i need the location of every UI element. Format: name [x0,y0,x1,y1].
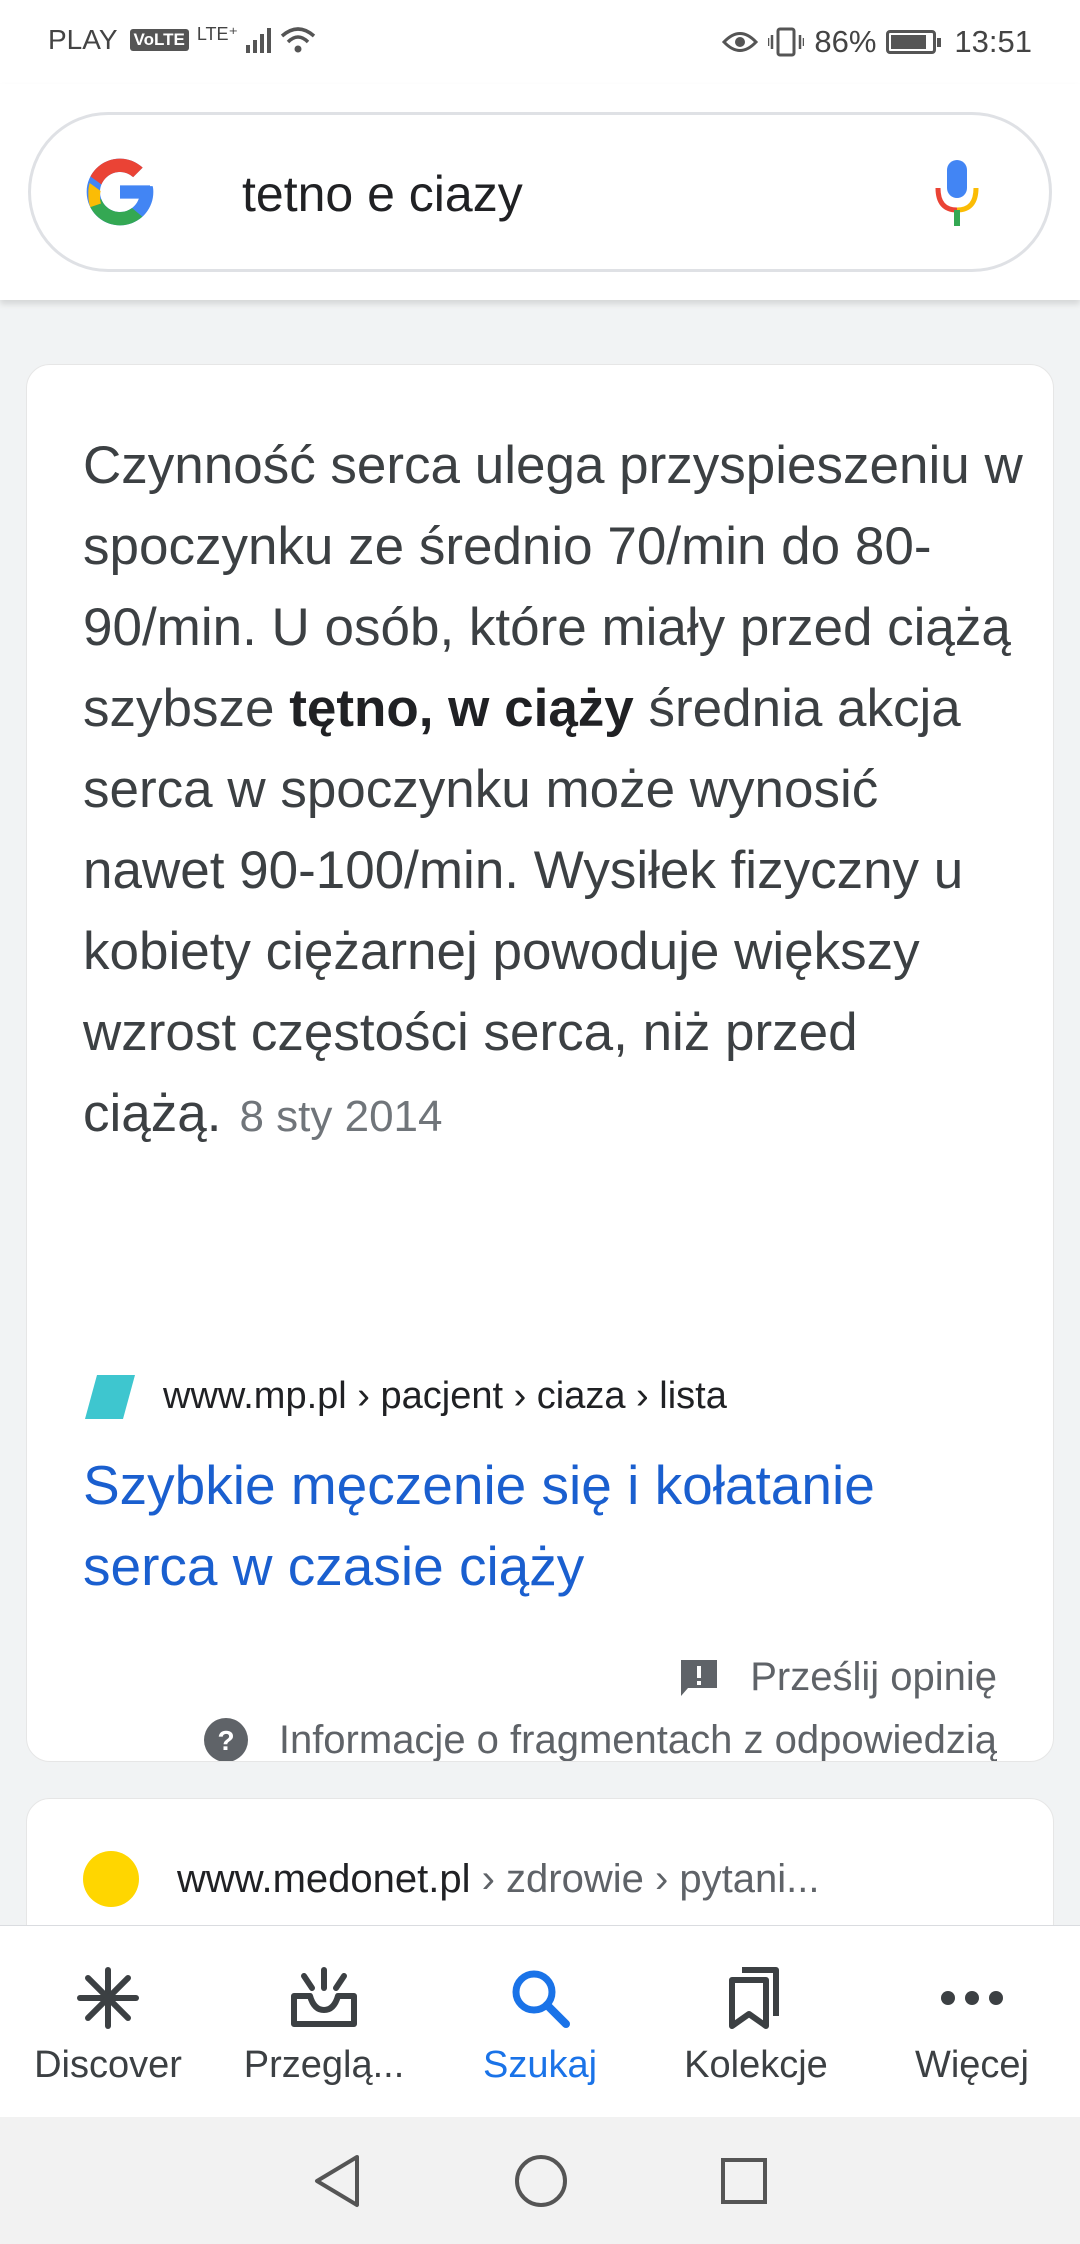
network-label: LTE⁺ [196,24,239,44]
nav-collections[interactable]: Kolekcje [648,1926,864,2117]
snippet-date: 8 sty 2014 [239,1092,443,1141]
bottom-navigation: Discover Przeglą... Szukaj Kolekcje Więc… [0,1925,1080,2117]
snippet-text-part: średnia akcja serca w spoczynku może wyn… [83,679,964,1143]
nav-label: Kolekcje [684,2044,828,2086]
clock: 13:51 [954,24,1032,59]
more-icon [936,1962,1008,2034]
svg-text:?: ? [217,1725,234,1756]
nav-label: Więcej [914,2044,1030,2086]
nav-label: Discover [34,2044,182,2086]
carrier-label: PLAY [48,24,118,55]
source-url[interactable]: www.mp.pl › pacjent › ciaza › lista [163,1375,727,1418]
vibrate-icon [768,27,805,57]
recents-icon[interactable] [719,2156,769,2206]
about-snippets-label: Informacje o fragmentach z odpowiedzią [278,1717,997,1762]
featured-snippet-card: Czynność serca ulega przyspieszeniu w sp… [26,364,1054,1762]
result-url[interactable]: www.medonet.pl › zdrowie › pytani... [177,1857,820,1902]
search-query[interactable]: tetno e ciazy [242,165,523,223]
nav-label: Przeglą... [243,2044,405,2086]
volte-badge: VoLTE [129,29,189,51]
status-right: 86% 13:51 [722,24,1032,60]
system-navigation-bar [0,2117,1080,2244]
microphone-icon[interactable] [932,158,982,230]
nav-label: Szukaj [482,2044,598,2086]
feedback-label: Prześlij opinię [750,1655,997,1699]
signal-icon [246,28,272,53]
result-path: › zdrowie › pytani... [470,1857,820,1901]
nav-updates[interactable]: Przeglą... [216,1926,432,2117]
result-title-link[interactable]: Szybkie męczenie się i kołatanie serca w… [83,1445,1023,1607]
result-domain: www.medonet.pl [177,1857,471,1901]
inbox-icon [288,1962,360,2034]
search-icon [504,1962,576,2034]
status-bar: PLAY VoLTE LTE⁺ 86% 13:51 [0,0,1080,84]
battery-percent: 86% [814,24,877,59]
nav-discover[interactable]: Discover [0,1926,216,2117]
site-favicon-icon [85,1375,135,1419]
home-icon[interactable] [513,2153,569,2209]
about-snippets-link[interactable]: ? Informacje o fragmentach z odpowiedzią [203,1717,997,1762]
asterisk-icon [72,1962,144,2034]
search-bar[interactable] [28,112,1052,272]
nav-more[interactable]: Więcej [864,1926,1080,2117]
feedback-icon [681,1659,718,1696]
google-logo-icon[interactable] [80,152,160,232]
eye-icon [722,32,759,52]
snippet-highlight: tętno, w ciąży [289,679,634,738]
nav-search[interactable]: Szukaj [432,1926,648,2117]
feedback-button[interactable]: Prześlij opinię [678,1655,997,1700]
battery-icon [886,30,942,54]
wifi-icon [280,27,316,53]
back-icon[interactable] [311,2153,363,2209]
snippet-text: Czynność serca ulega przyspieszeniu w sp… [83,425,1023,1157]
site-favicon-icon [83,1851,139,1907]
help-icon: ? [203,1718,248,1761]
bookmarks-icon [720,1962,792,2034]
status-left: PLAY VoLTE LTE⁺ [48,24,316,56]
